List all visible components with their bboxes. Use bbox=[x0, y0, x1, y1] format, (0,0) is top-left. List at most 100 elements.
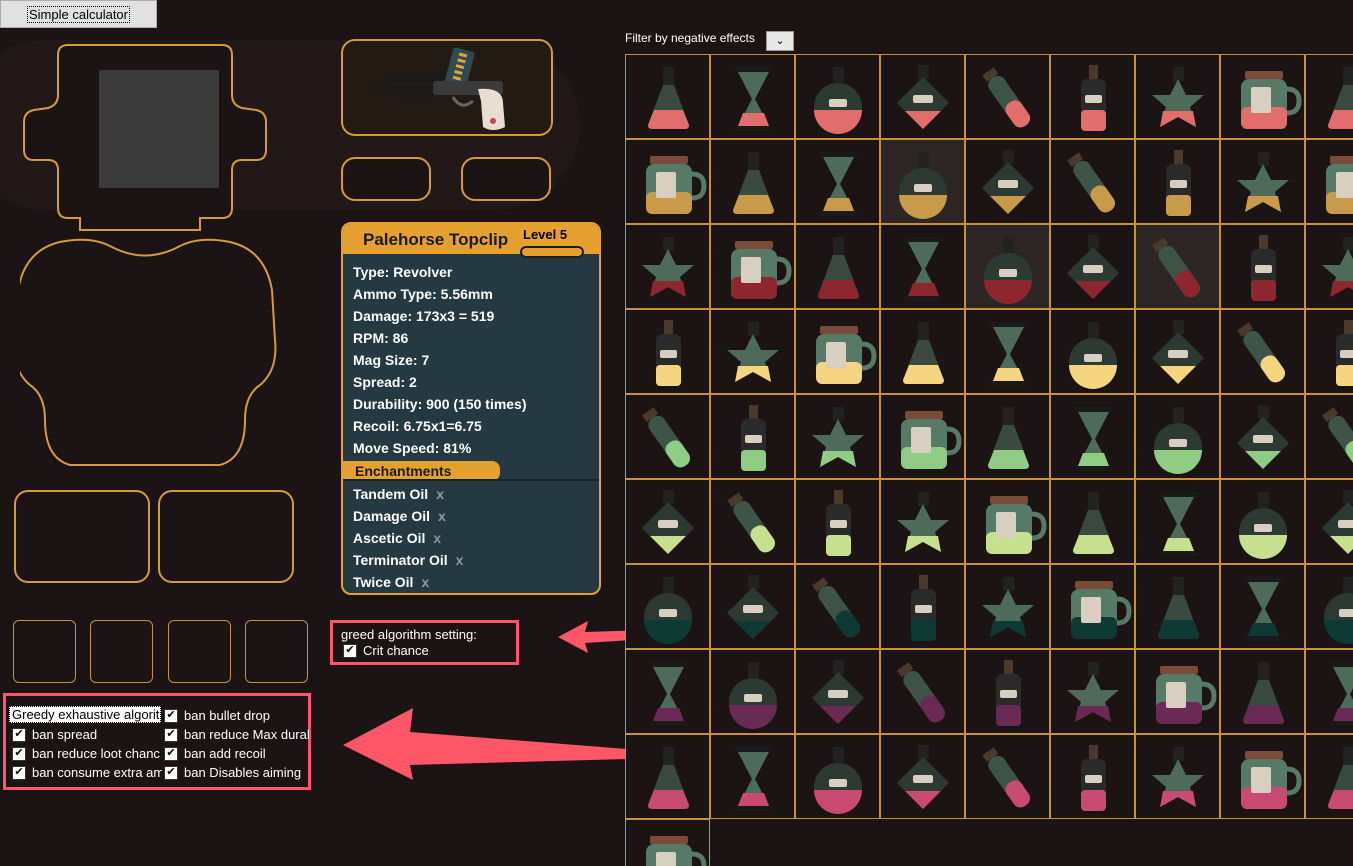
ban-bullet-drop-checkbox[interactable]: ban bullet drop bbox=[164, 708, 309, 723]
potion-cell[interactable] bbox=[1220, 54, 1305, 139]
potion-cell[interactable] bbox=[880, 734, 965, 819]
potion-cell[interactable] bbox=[625, 479, 710, 564]
potion-cell[interactable] bbox=[1050, 309, 1135, 394]
potion-cell[interactable] bbox=[710, 734, 795, 819]
potion-cell[interactable] bbox=[1220, 139, 1305, 224]
ban-spread-checkbox[interactable]: ban spread bbox=[12, 727, 162, 742]
potion-cell[interactable] bbox=[1220, 564, 1305, 649]
potion-cell[interactable] bbox=[1050, 394, 1135, 479]
potion-cell[interactable] bbox=[795, 309, 880, 394]
potion-cell[interactable] bbox=[1135, 649, 1220, 734]
potion-cell[interactable] bbox=[625, 564, 710, 649]
potion-cell[interactable] bbox=[880, 564, 965, 649]
simple-calculator-button[interactable]: Simple calculator bbox=[0, 0, 157, 28]
ban-reduce-max-durability-checkbox[interactable]: ban reduce Max durab bbox=[164, 727, 309, 742]
potion-cell[interactable] bbox=[1305, 649, 1353, 734]
crit-chance-checkbox[interactable]: Crit chance bbox=[343, 643, 429, 658]
potion-cell[interactable] bbox=[1050, 649, 1135, 734]
potion-cell[interactable] bbox=[880, 309, 965, 394]
potion-cell[interactable] bbox=[625, 139, 710, 224]
potion-cell[interactable] bbox=[795, 139, 880, 224]
accessory-slot-1[interactable] bbox=[341, 157, 431, 201]
remove-enchantment-button[interactable]: x bbox=[456, 552, 464, 568]
potion-cell[interactable] bbox=[710, 139, 795, 224]
potion-cell[interactable] bbox=[1220, 224, 1305, 309]
potion-cell[interactable] bbox=[625, 224, 710, 309]
potion-cell[interactable] bbox=[880, 649, 965, 734]
potion-cell[interactable] bbox=[880, 479, 965, 564]
potion-cell[interactable] bbox=[965, 54, 1050, 139]
potion-cell[interactable] bbox=[710, 224, 795, 309]
potion-cell[interactable] bbox=[710, 54, 795, 139]
potion-cell[interactable] bbox=[965, 734, 1050, 819]
potion-cell[interactable] bbox=[1050, 139, 1135, 224]
weapon-slot[interactable] bbox=[341, 39, 553, 136]
head-slot[interactable] bbox=[99, 70, 219, 188]
potion-cell[interactable] bbox=[1305, 54, 1353, 139]
greedy-exhaustive-button[interactable]: Greedy exhaustive algorit bbox=[9, 706, 161, 723]
potion-cell[interactable] bbox=[625, 54, 710, 139]
potion-cell[interactable] bbox=[710, 649, 795, 734]
potion-cell[interactable] bbox=[795, 479, 880, 564]
potion-cell[interactable] bbox=[1220, 394, 1305, 479]
potion-cell[interactable] bbox=[1305, 394, 1353, 479]
potion-cell[interactable] bbox=[1135, 479, 1220, 564]
leg-slot-right[interactable] bbox=[158, 490, 294, 583]
inventory-slot-2[interactable] bbox=[90, 620, 153, 683]
potion-cell[interactable] bbox=[710, 309, 795, 394]
potion-cell[interactable] bbox=[1305, 564, 1353, 649]
potion-cell[interactable] bbox=[1135, 54, 1220, 139]
potion-cell[interactable] bbox=[1135, 564, 1220, 649]
potion-cell[interactable] bbox=[710, 564, 795, 649]
leg-slot-left[interactable] bbox=[14, 490, 150, 583]
potion-cell[interactable] bbox=[1050, 54, 1135, 139]
potion-cell[interactable] bbox=[1050, 479, 1135, 564]
remove-enchantment-button[interactable]: x bbox=[433, 530, 441, 546]
potion-cell[interactable] bbox=[1305, 734, 1353, 819]
potion-cell[interactable] bbox=[710, 394, 795, 479]
potion-cell[interactable] bbox=[625, 649, 710, 734]
potion-cell[interactable] bbox=[1050, 734, 1135, 819]
potion-cell[interactable] bbox=[795, 54, 880, 139]
potion-cell[interactable] bbox=[1135, 394, 1220, 479]
potion-cell[interactable] bbox=[625, 309, 710, 394]
potion-cell[interactable] bbox=[795, 564, 880, 649]
potion-cell[interactable] bbox=[1050, 564, 1135, 649]
potion-cell[interactable] bbox=[880, 54, 965, 139]
inventory-slot-1[interactable] bbox=[13, 620, 76, 683]
ban-consume-extra-checkbox[interactable]: ban consume extra am bbox=[12, 765, 162, 780]
potion-cell[interactable] bbox=[880, 224, 965, 309]
potion-cell[interactable] bbox=[625, 819, 710, 866]
potion-cell[interactable] bbox=[1135, 734, 1220, 819]
potion-cell[interactable] bbox=[1135, 139, 1220, 224]
filter-dropdown[interactable]: ⌄ bbox=[766, 31, 794, 51]
remove-enchantment-button[interactable]: x bbox=[436, 486, 444, 502]
inventory-slot-4[interactable] bbox=[245, 620, 308, 683]
potion-cell[interactable] bbox=[965, 309, 1050, 394]
accessory-slot-2[interactable] bbox=[461, 157, 551, 201]
potion-cell[interactable] bbox=[965, 139, 1050, 224]
ban-disables-aiming-checkbox[interactable]: ban Disables aiming bbox=[164, 765, 309, 780]
potion-cell[interactable] bbox=[710, 479, 795, 564]
potion-cell[interactable] bbox=[1305, 224, 1353, 309]
potion-cell[interactable] bbox=[965, 394, 1050, 479]
potion-cell[interactable] bbox=[880, 139, 965, 224]
checkbox-checked-icon[interactable] bbox=[343, 643, 357, 658]
ban-reduce-loot-checkbox[interactable]: ban reduce loot chanc bbox=[12, 746, 162, 761]
potion-cell[interactable] bbox=[1220, 649, 1305, 734]
remove-enchantment-button[interactable]: x bbox=[421, 574, 429, 590]
potion-cell[interactable] bbox=[965, 564, 1050, 649]
potion-cell[interactable] bbox=[965, 224, 1050, 309]
ban-add-recoil-checkbox[interactable]: ban add recoil bbox=[164, 746, 309, 761]
potion-cell[interactable] bbox=[795, 734, 880, 819]
potion-cell[interactable] bbox=[1220, 309, 1305, 394]
potion-cell[interactable] bbox=[795, 394, 880, 479]
potion-cell[interactable] bbox=[1305, 139, 1353, 224]
potion-cell[interactable] bbox=[795, 224, 880, 309]
potion-cell[interactable] bbox=[1135, 309, 1220, 394]
potion-cell[interactable] bbox=[1220, 479, 1305, 564]
potion-cell[interactable] bbox=[625, 734, 710, 819]
potion-cell[interactable] bbox=[1305, 479, 1353, 564]
potion-cell[interactable] bbox=[965, 479, 1050, 564]
potion-cell[interactable] bbox=[965, 649, 1050, 734]
